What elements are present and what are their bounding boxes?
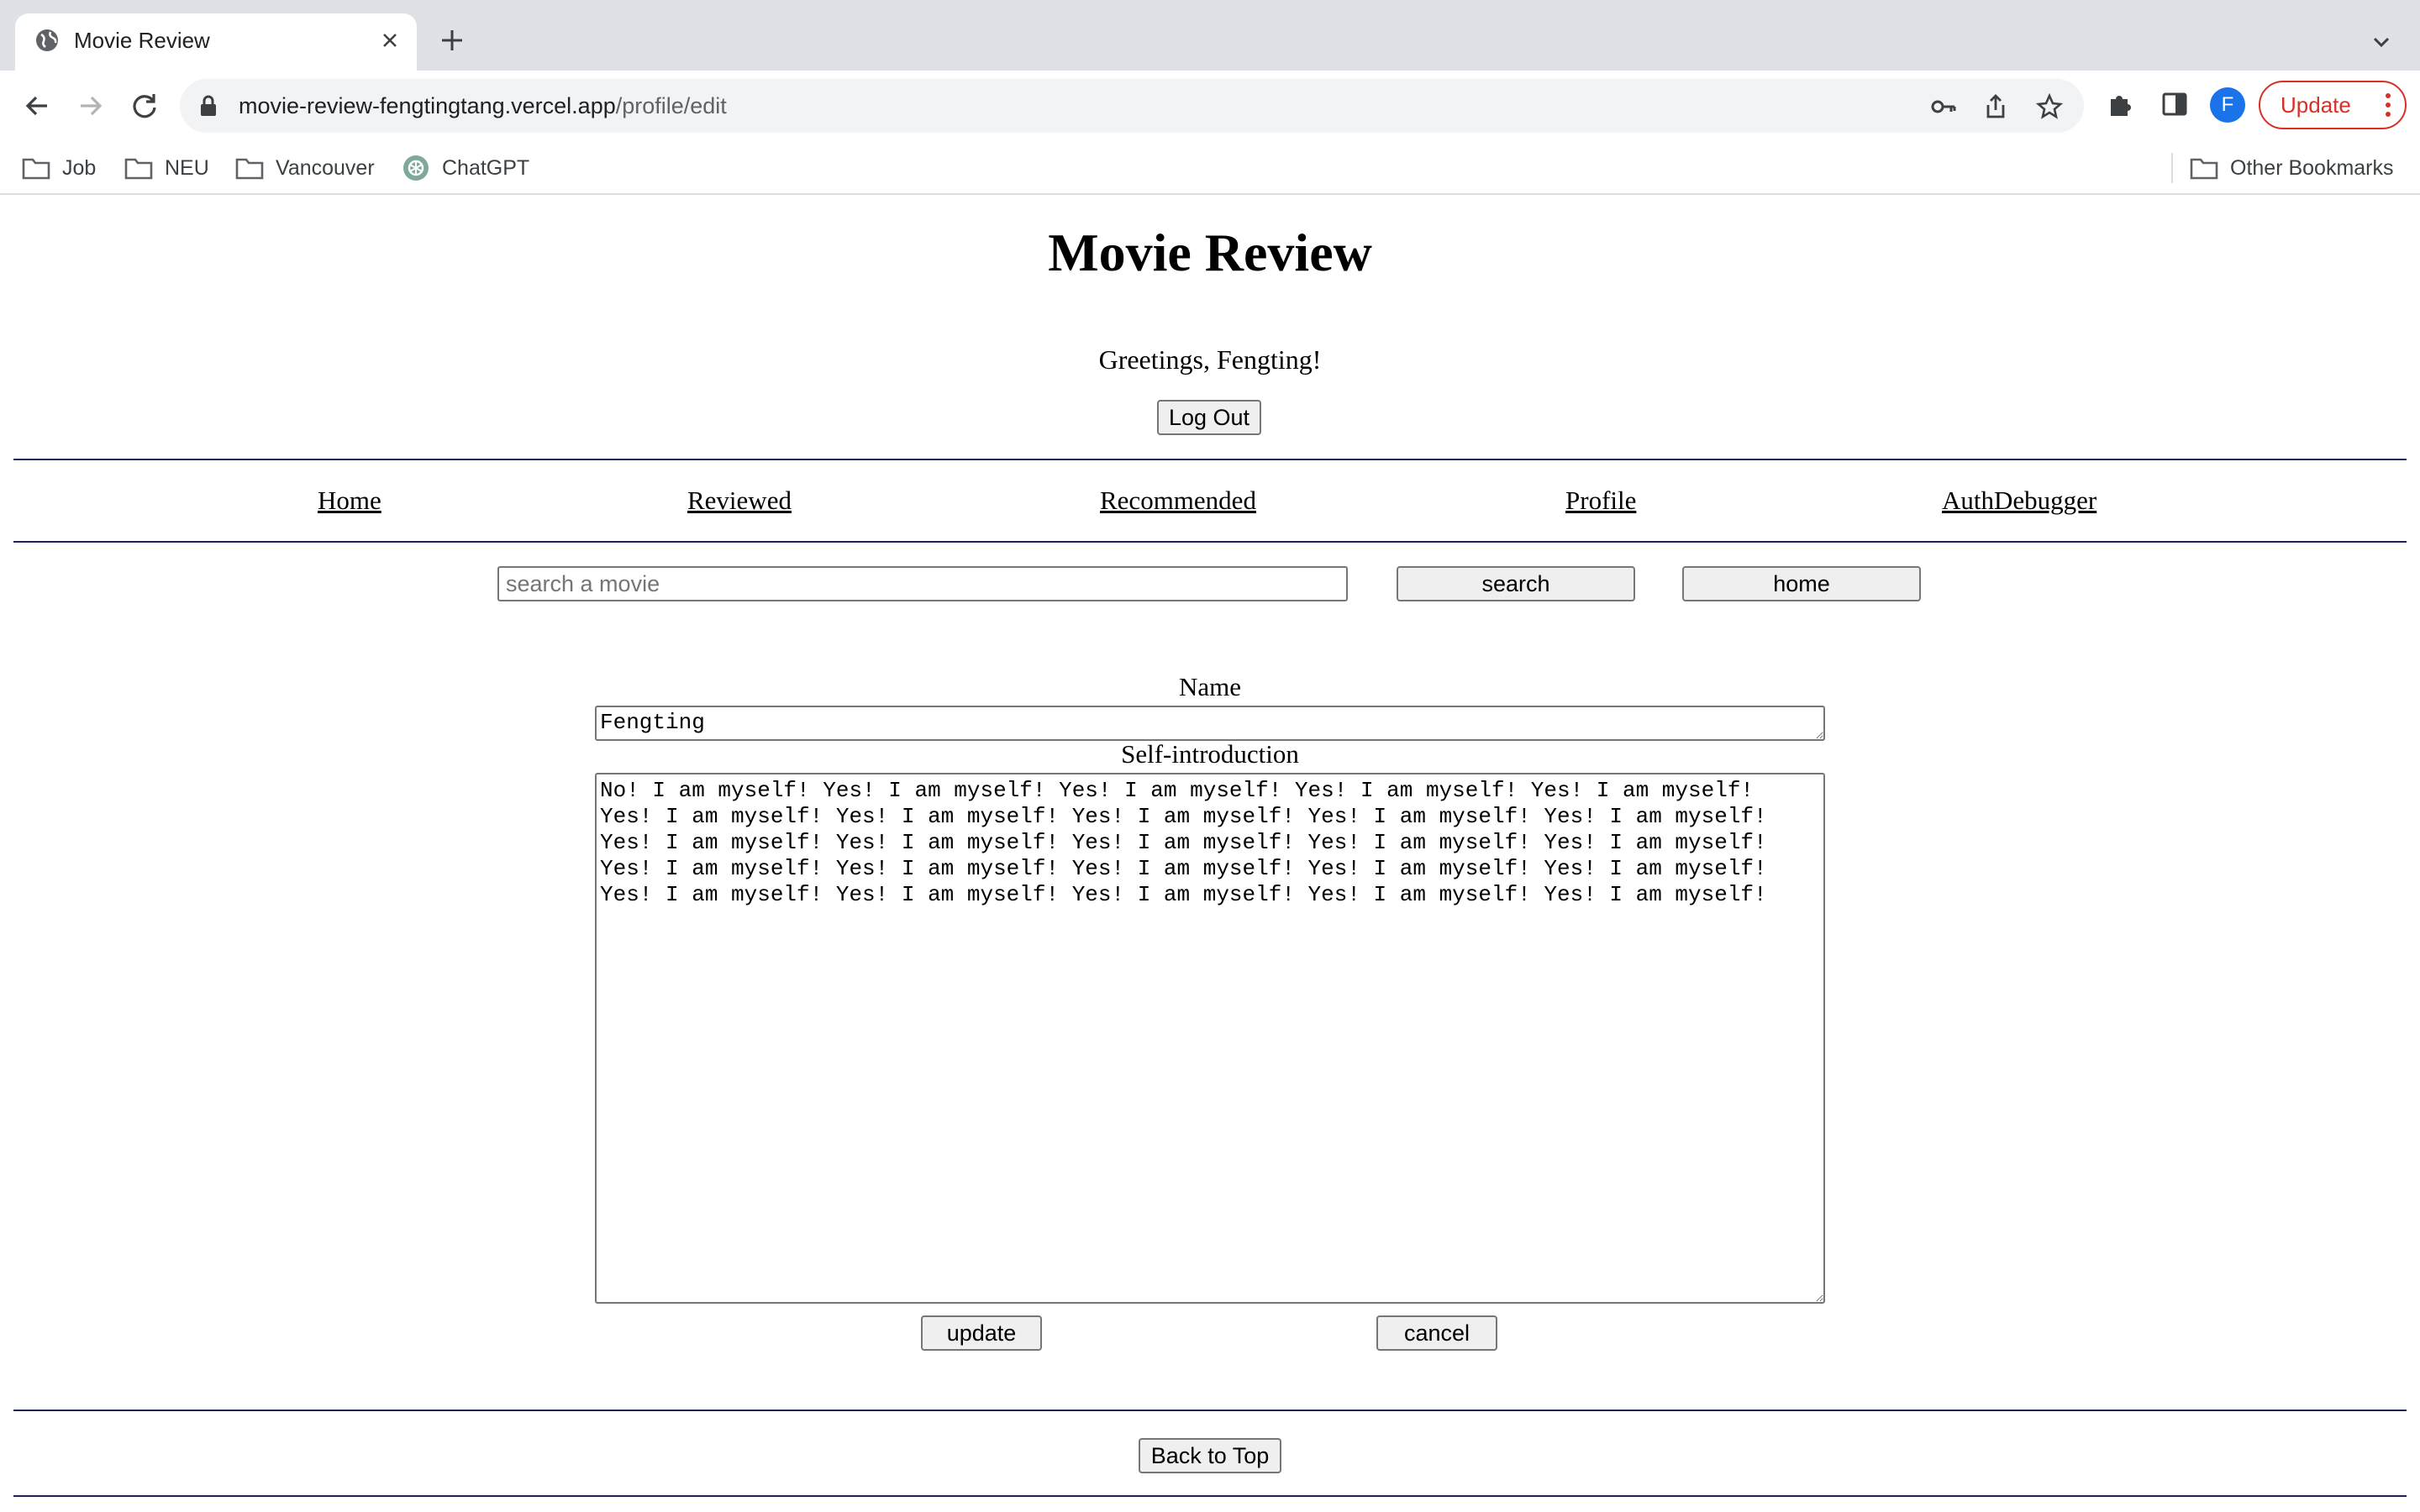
folder-icon xyxy=(235,158,264,180)
other-bookmarks[interactable]: Other Bookmarks xyxy=(2190,151,2394,185)
url-path: /profile/edit xyxy=(615,93,727,118)
divider xyxy=(13,1410,2407,1411)
bookmark-label: Job xyxy=(62,155,97,180)
lock-icon[interactable] xyxy=(198,94,218,118)
bookmark-job[interactable]: Job xyxy=(22,151,96,185)
page-title: Movie Review xyxy=(1048,223,1372,282)
globe-icon xyxy=(36,29,58,51)
search-button[interactable]: search xyxy=(1397,566,1635,601)
divider xyxy=(13,1495,2407,1497)
back-to-top-button[interactable]: Back to Top xyxy=(1139,1438,1281,1473)
chevron-down-icon[interactable] xyxy=(2368,29,2395,55)
bookmark-label: Vancouver xyxy=(276,155,375,180)
folder-icon xyxy=(2190,158,2218,180)
update-button[interactable]: update xyxy=(921,1315,1042,1351)
close-icon[interactable] xyxy=(378,29,402,52)
home-button[interactable]: home xyxy=(1682,566,1921,601)
bookmark-chatgpt[interactable]: ChatGPT xyxy=(402,151,529,185)
folder-icon xyxy=(22,158,50,180)
folder-icon xyxy=(124,158,153,180)
nav-home[interactable]: Home xyxy=(318,486,381,516)
tab-title: Movie Review xyxy=(74,28,210,53)
bookmark-label: NEU xyxy=(165,155,209,180)
browser-update-button[interactable]: Update xyxy=(2259,81,2407,129)
forward-arrow-icon[interactable] xyxy=(72,87,109,124)
nav-profile[interactable]: Profile xyxy=(1565,486,1636,516)
tab-strip: Movie Review xyxy=(0,0,2420,71)
extensions-icon[interactable] xyxy=(2104,87,2138,121)
self-introduction-field[interactable]: No! I am myself! Yes! I am myself! Yes! … xyxy=(595,773,1825,1304)
tab-movie-review[interactable]: Movie Review xyxy=(15,13,417,71)
bookmark-neu[interactable]: NEU xyxy=(124,151,209,185)
divider xyxy=(13,459,2407,460)
more-vert-icon xyxy=(2386,93,2391,117)
name-field[interactable]: Fengting xyxy=(595,706,1825,741)
greeting-text: Greetings, Fengting! xyxy=(1098,344,1322,375)
bookmark-label: ChatGPT xyxy=(442,155,530,180)
key-icon[interactable] xyxy=(1929,92,1958,121)
logout-button[interactable]: Log Out xyxy=(1157,400,1261,435)
url-text[interactable]: movie-review-fengtingtang.vercel.app/pro… xyxy=(239,93,727,119)
reload-icon[interactable] xyxy=(126,87,163,124)
bookmarks-separator xyxy=(2171,153,2173,183)
star-icon[interactable] xyxy=(2035,92,2064,121)
back-arrow-icon[interactable] xyxy=(18,87,55,124)
cancel-button[interactable]: cancel xyxy=(1376,1315,1497,1351)
chatgpt-icon xyxy=(403,155,429,181)
url-host: movie-review-fengtingtang.vercel.app xyxy=(239,93,616,118)
nav-authdebugger[interactable]: AuthDebugger xyxy=(1942,486,2096,516)
page-content: Movie Review Greetings, Fengting! Log Ou… xyxy=(0,197,2420,1512)
divider xyxy=(13,541,2407,543)
nav-reviewed[interactable]: Reviewed xyxy=(687,486,792,516)
share-icon[interactable] xyxy=(1981,92,2010,121)
intro-label: Self-introduction xyxy=(1121,739,1299,769)
search-input[interactable] xyxy=(497,566,1348,601)
profile-avatar[interactable]: F xyxy=(2210,87,2245,123)
update-label: Update xyxy=(2281,92,2351,118)
new-tab-icon[interactable] xyxy=(437,25,467,55)
bookmark-vancouver[interactable]: Vancouver xyxy=(235,151,375,185)
browser-toolbar: movie-review-fengtingtang.vercel.app/pro… xyxy=(0,71,2420,141)
other-bookmarks-label: Other Bookmarks xyxy=(2230,155,2394,180)
side-panel-icon[interactable] xyxy=(2158,87,2191,121)
bookmarks-bar: Job NEU Vancouver ChatGPT Other Bookmark… xyxy=(0,141,2420,195)
address-bar[interactable]: movie-review-fengtingtang.vercel.app/pro… xyxy=(180,79,2084,133)
name-label: Name xyxy=(1178,672,1242,701)
nav-recommended[interactable]: Recommended xyxy=(1100,486,1256,516)
